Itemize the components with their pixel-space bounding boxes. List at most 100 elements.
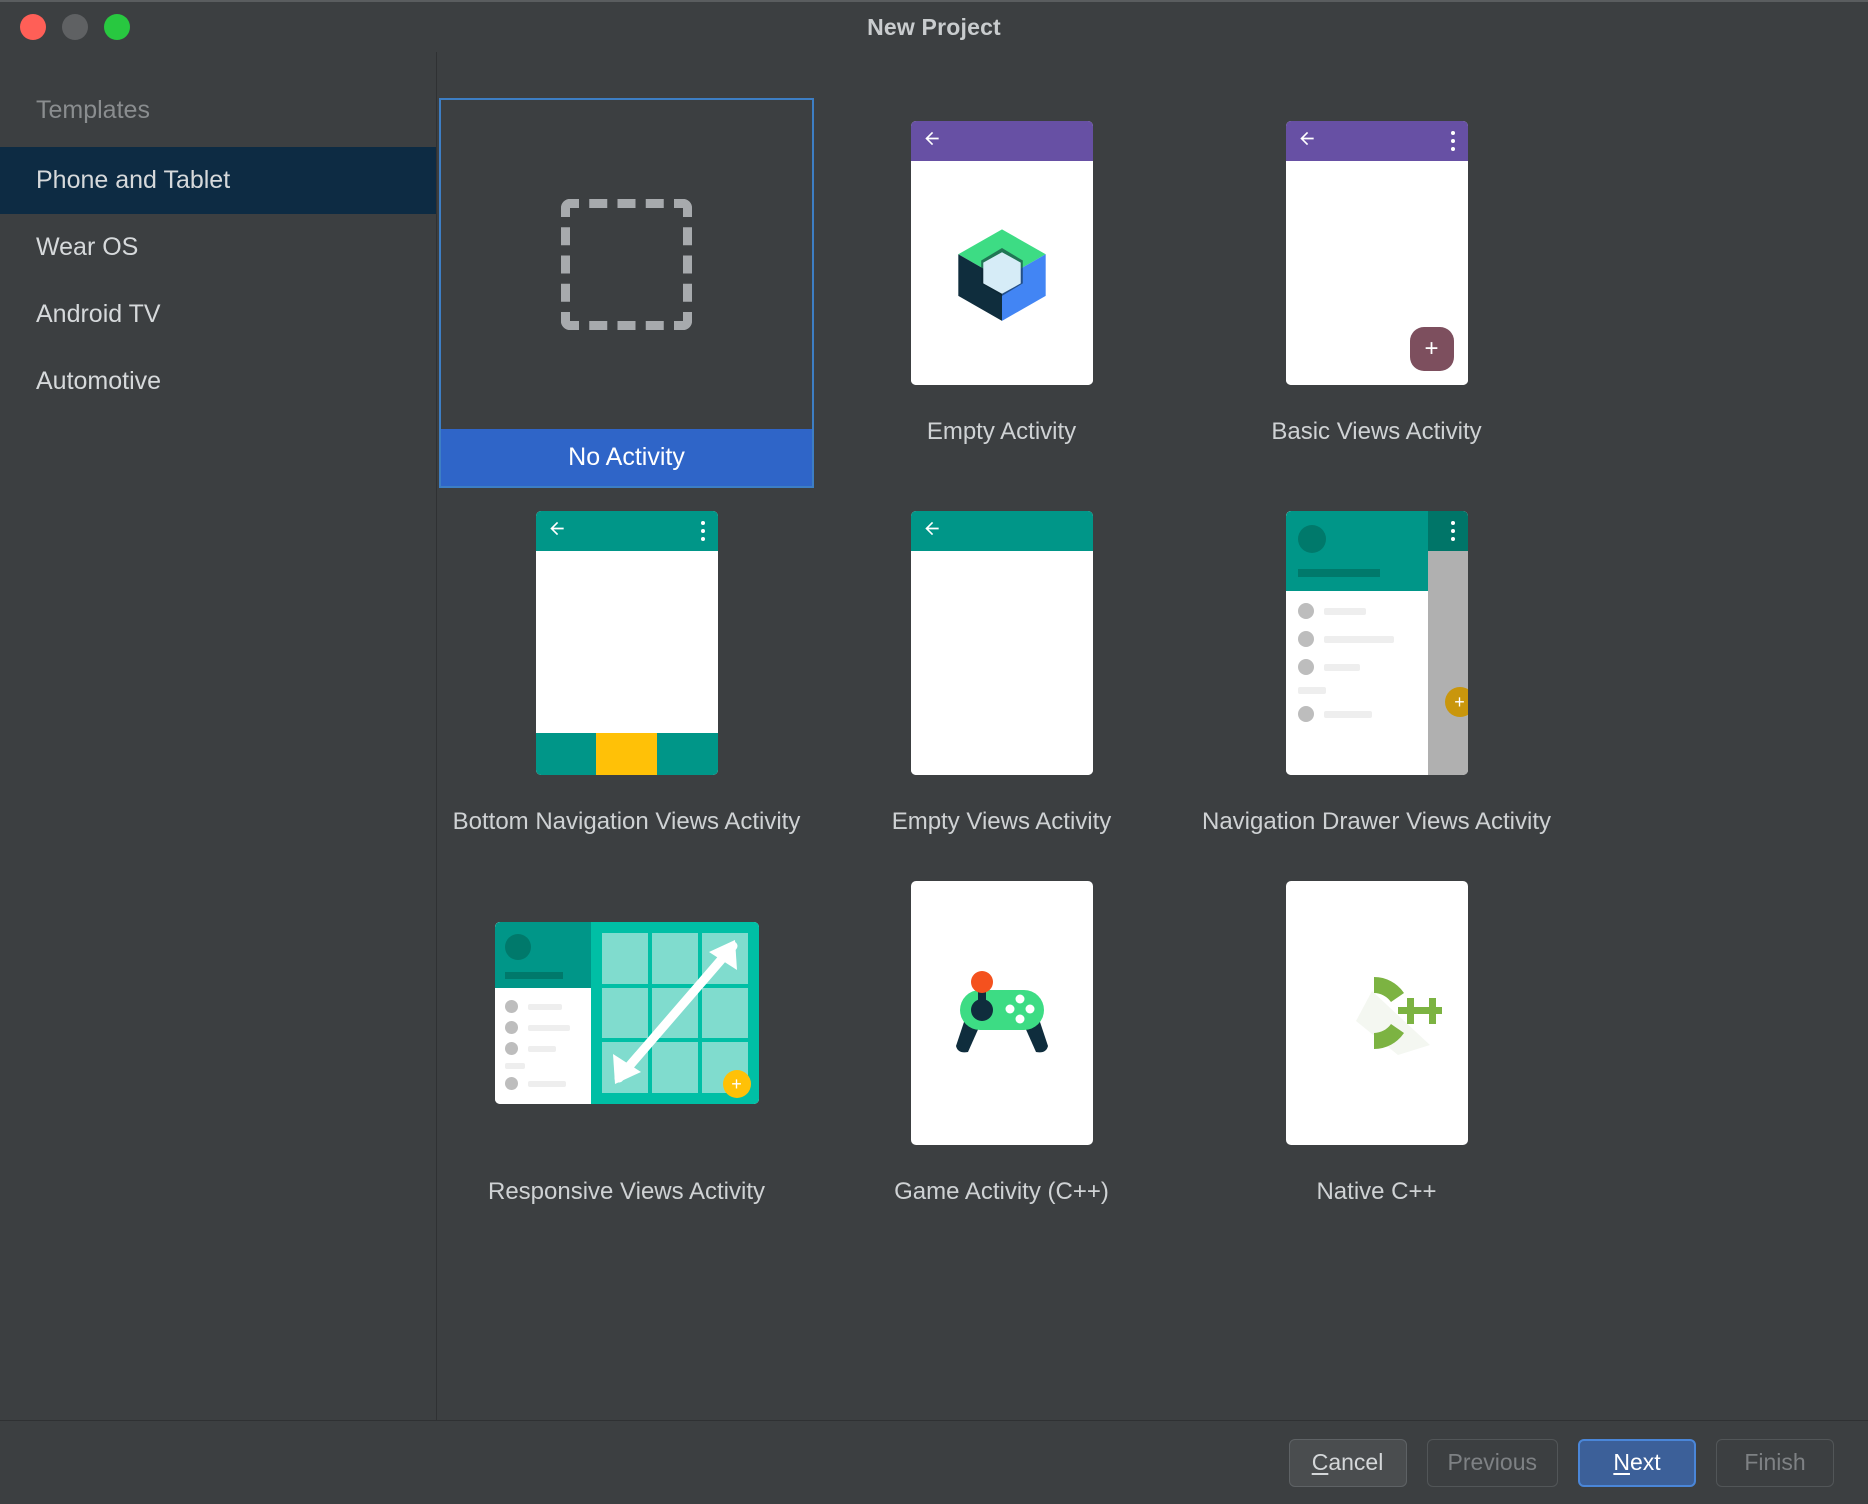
finish-button[interactable]: Finish: [1716, 1439, 1834, 1487]
template-card-label: Bottom Navigation Views Activity: [453, 808, 801, 836]
template-card-label: Empty Activity: [927, 418, 1076, 446]
floating-action-button-icon: +: [723, 1070, 751, 1098]
template-card-label: Navigation Drawer Views Activity: [1202, 808, 1551, 836]
overflow-menu-icon: [1451, 131, 1455, 151]
templates-sidebar: Templates Phone and Tablet Wear OS Andro…: [0, 52, 437, 1420]
bottom-nav-tab-active: [596, 733, 657, 775]
drawer-headline: [505, 972, 563, 979]
bottom-nav-tab: [657, 733, 718, 775]
list-item-label: [528, 1025, 570, 1031]
app-bar: [911, 121, 1093, 161]
template-card-responsive-views-activity[interactable]: + Responsive Views Activity: [439, 858, 814, 1228]
template-card-no-activity[interactable]: No Activity: [439, 98, 814, 488]
template-grid: No Activity: [437, 98, 1868, 1228]
template-card-basic-views-activity[interactable]: + Basic Views Activity: [1189, 98, 1564, 488]
template-card-label: Empty Views Activity: [892, 808, 1112, 836]
avatar: [505, 934, 531, 960]
drawer-header: [495, 922, 591, 988]
back-arrow-icon: [547, 519, 567, 544]
window-title: New Project: [0, 14, 1868, 41]
template-card-empty-activity[interactable]: Empty Activity: [814, 98, 1189, 488]
navigation-drawer-panel: [1286, 511, 1428, 775]
list-item: [1298, 631, 1428, 647]
list-item-label: [1324, 636, 1394, 643]
sidebar-item-label: Phone and Tablet: [36, 166, 230, 194]
list-item-label: [1324, 664, 1360, 671]
next-button[interactable]: Next: [1578, 1439, 1696, 1487]
template-card-empty-views-activity[interactable]: Empty Views Activity: [814, 488, 1189, 858]
template-thumbnail: +: [495, 858, 759, 1168]
dialog-body: Templates Phone and Tablet Wear OS Andro…: [0, 52, 1868, 1420]
template-card-label: Game Activity (C++): [894, 1178, 1109, 1206]
template-card-label: No Activity: [441, 429, 812, 486]
app-bar: [1286, 121, 1468, 161]
cancel-button-mnemonic: C: [1312, 1449, 1329, 1476]
overflow-menu-icon: [701, 521, 705, 541]
drawer-section-label: [1298, 687, 1326, 694]
back-arrow-icon: [922, 519, 942, 544]
template-card-navigation-drawer-views-activity[interactable]: +: [1189, 488, 1564, 858]
sidebar-item-automotive[interactable]: Automotive: [0, 348, 436, 415]
app-bar: [536, 511, 718, 551]
list-item: [505, 1077, 591, 1090]
app-bar: [1428, 511, 1468, 551]
avatar: [1298, 525, 1326, 553]
template-thumbnail: [911, 98, 1093, 408]
sidebar-item-label: Wear OS: [36, 233, 138, 261]
template-card-native-cpp[interactable]: Native C++: [1189, 858, 1564, 1228]
template-card-game-activity[interactable]: Game Activity (C++): [814, 858, 1189, 1228]
template-thumbnail: [1286, 858, 1468, 1168]
jetpack-compose-cube-icon: [950, 221, 1054, 325]
sidebar-header: Templates: [0, 74, 436, 147]
phone-content: [536, 551, 718, 733]
floating-action-button-icon: +: [1445, 687, 1468, 717]
list-item-label: [1324, 608, 1366, 615]
list-item-icon: [1298, 706, 1314, 722]
template-grid-area: No Activity: [437, 52, 1868, 1420]
template-card-bottom-navigation-views-activity[interactable]: Bottom Navigation Views Activity: [439, 488, 814, 858]
previous-button-label: Previous: [1448, 1449, 1537, 1476]
list-item: [1298, 603, 1428, 619]
drawer-scrim: +: [1428, 511, 1468, 775]
list-item: [505, 1042, 591, 1055]
back-arrow-icon: [1297, 129, 1317, 154]
drawer-section-label: [505, 1063, 525, 1069]
phone-mock: +: [1286, 121, 1468, 385]
list-item-icon: [505, 1021, 518, 1034]
app-bar: [911, 511, 1093, 551]
phone-mock: [911, 121, 1093, 385]
drawer-item-list: [1286, 591, 1428, 722]
floating-action-button-icon: +: [1410, 327, 1454, 371]
drawer-header: [1286, 511, 1428, 591]
bottom-navigation-bar: [536, 733, 718, 775]
template-thumbnail: [911, 488, 1093, 798]
overflow-menu-icon: [1451, 521, 1455, 541]
sidebar-item-android-tv[interactable]: Android TV: [0, 281, 436, 348]
list-item-icon: [1298, 603, 1314, 619]
next-button-mnemonic: N: [1613, 1449, 1630, 1476]
phone-mock: +: [1286, 511, 1468, 775]
finish-button-label: Finish: [1744, 1449, 1805, 1476]
previous-button[interactable]: Previous: [1427, 1439, 1558, 1487]
list-item-icon: [505, 1077, 518, 1090]
back-arrow-icon: [922, 129, 942, 154]
list-item-label: [528, 1046, 556, 1052]
phone-mock: [536, 511, 718, 775]
phone-content: +: [1286, 161, 1468, 385]
template-thumbnail: [561, 100, 692, 429]
sidebar-item-label: Android TV: [36, 300, 161, 328]
phone-mock: [911, 511, 1093, 775]
cancel-button-label: ancel: [1328, 1449, 1383, 1476]
card-mock: [911, 881, 1093, 1145]
list-item-icon: [505, 1000, 518, 1013]
sidebar-item-phone-and-tablet[interactable]: Phone and Tablet: [0, 147, 436, 214]
card-mock: [1286, 881, 1468, 1145]
phone-content: [911, 551, 1093, 775]
sidebar-item-label: Automotive: [36, 367, 161, 395]
bottom-nav-tab: [536, 733, 597, 775]
list-item: [1298, 659, 1428, 675]
sidebar-item-wear-os[interactable]: Wear OS: [0, 214, 436, 281]
template-card-label: Basic Views Activity: [1271, 418, 1481, 446]
cancel-button[interactable]: Cancel: [1289, 1439, 1407, 1487]
title-bar: New Project: [0, 0, 1868, 52]
